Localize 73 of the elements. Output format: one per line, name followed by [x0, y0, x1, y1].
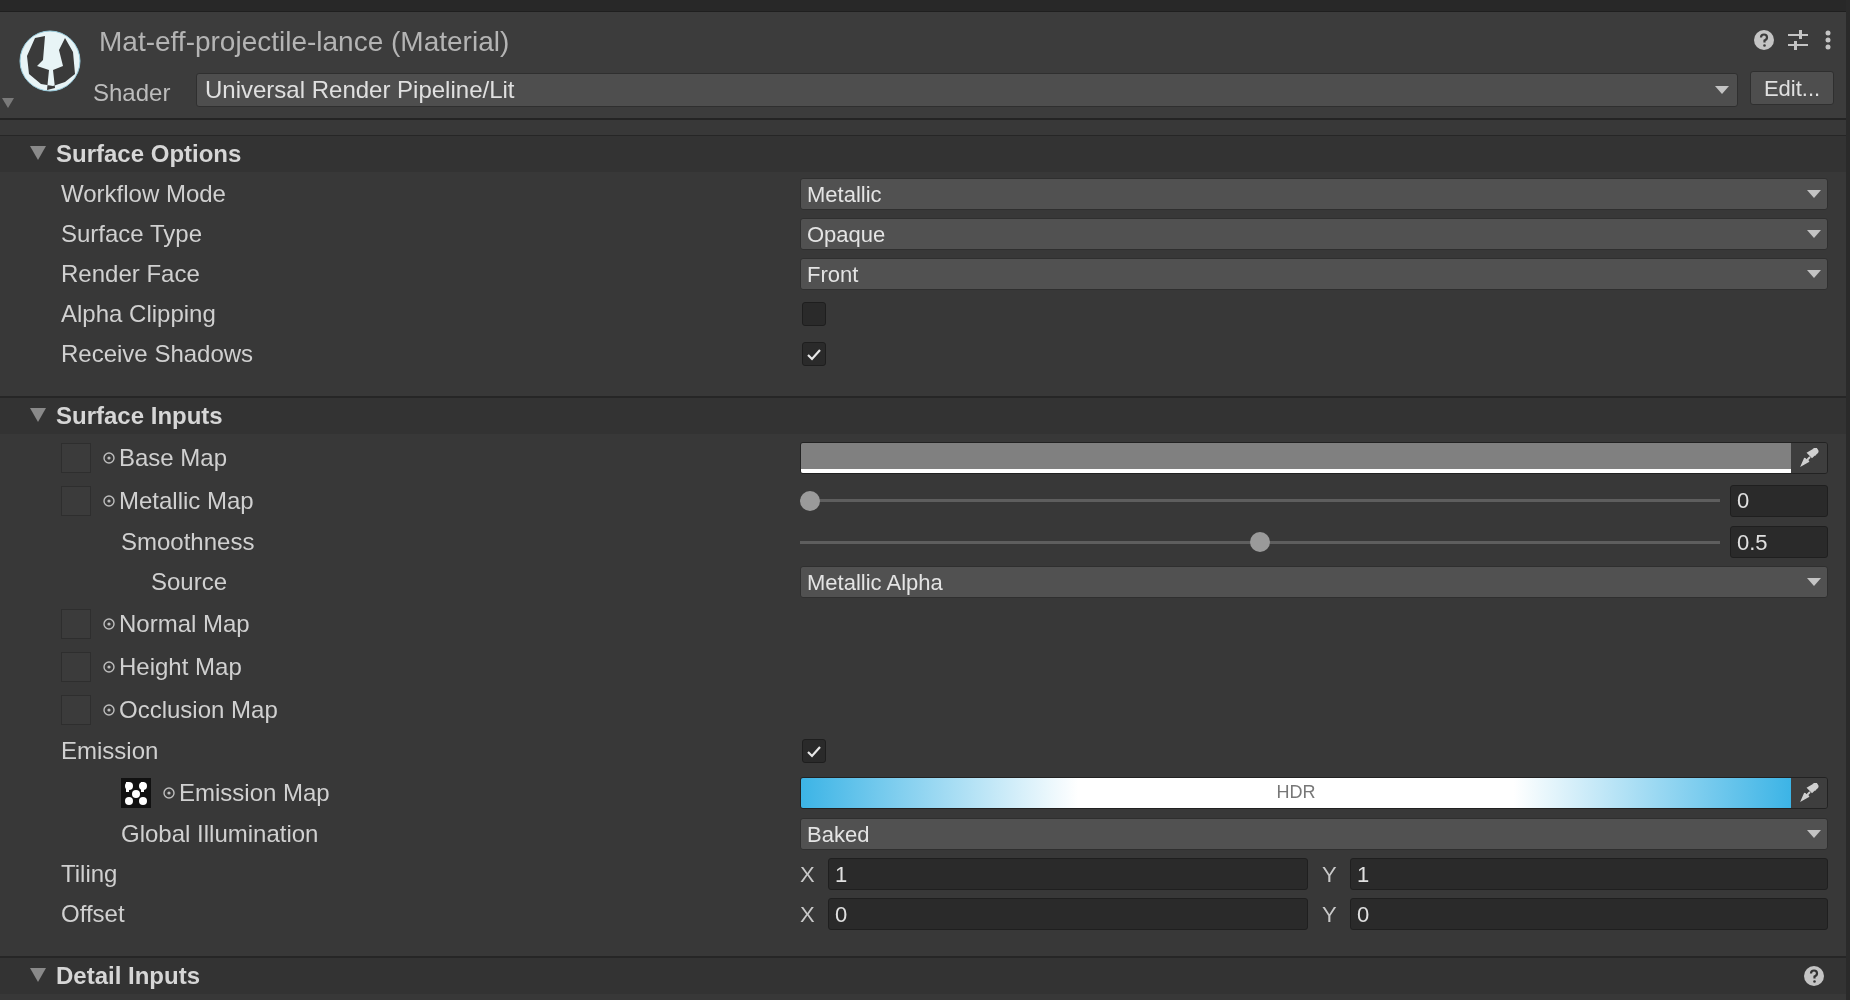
slider[interactable]	[800, 490, 1720, 511]
property-label: Emission Map	[179, 777, 330, 808]
more-options-icon[interactable]	[1825, 30, 1831, 50]
section-header[interactable]: Surface Options	[0, 136, 242, 172]
help-icon[interactable]	[1754, 30, 1774, 50]
dropdown[interactable]: Metallic Alpha	[800, 566, 1828, 598]
dropdown[interactable]: Front	[800, 258, 1828, 290]
eyedropper-icon	[1799, 447, 1819, 468]
settings-sliders-icon[interactable]	[1788, 30, 1808, 50]
number-field[interactable]: 0	[1730, 484, 1828, 517]
shader-label: Shader	[93, 78, 171, 108]
object-picker-icon[interactable]	[103, 617, 115, 630]
property-label: Base Map	[119, 442, 228, 473]
object-picker-icon[interactable]	[103, 703, 115, 716]
property-label: Metallic Map	[119, 485, 254, 516]
property-label: Occlusion Map	[119, 694, 278, 725]
property-label: Render Face	[61, 259, 200, 289]
property-label: Source	[151, 567, 228, 597]
eyedropper-button[interactable]	[1791, 442, 1827, 473]
slider-thumb[interactable]	[1250, 532, 1270, 552]
material-title: Mat-eff-projectile-lance (Material)	[99, 25, 510, 59]
property-label: Workflow Mode	[61, 179, 226, 209]
object-picker-icon[interactable]	[103, 494, 115, 507]
number-field[interactable]: 0	[828, 898, 1308, 930]
help-icon[interactable]	[1804, 966, 1824, 986]
checkbox[interactable]	[802, 342, 826, 366]
property-label: Emission	[61, 736, 159, 766]
section-header[interactable]: Detail Inputs	[0, 958, 200, 994]
caret-icon	[1807, 270, 1821, 278]
foldout-triangle-icon[interactable]	[30, 968, 46, 984]
number-field[interactable]: 1	[1350, 858, 1828, 890]
slider-thumb[interactable]	[800, 490, 820, 511]
property-label: Normal Map	[119, 608, 250, 639]
foldout-triangle-icon[interactable]	[30, 146, 46, 162]
object-picker-icon[interactable]	[103, 451, 115, 464]
dropdown[interactable]: Baked	[800, 818, 1828, 850]
object-picker-icon[interactable]	[163, 786, 175, 799]
axis-label: Y	[1322, 900, 1338, 929]
texture-thumbnail[interactable]	[121, 777, 151, 808]
property-label: Global Illumination	[121, 819, 319, 849]
object-picker-icon[interactable]	[103, 660, 115, 673]
edit-button[interactable]: Edit...	[1750, 71, 1834, 105]
property-label: Offset	[61, 899, 125, 929]
caret-icon	[1807, 190, 1821, 198]
dropdown[interactable]: Opaque	[800, 218, 1828, 250]
axis-label: X	[800, 900, 816, 929]
caret-icon	[1715, 86, 1729, 94]
hdr-color-swatch[interactable]: HDR	[801, 777, 1791, 808]
number-field[interactable]: 0.5	[1730, 526, 1828, 558]
property-label: Tiling	[61, 859, 118, 889]
dropdown[interactable]: Metallic	[800, 178, 1828, 210]
property-label: Smoothness	[121, 527, 255, 557]
shader-dropdown[interactable]: Universal Render Pipeline/Lit	[196, 73, 1738, 107]
axis-label: Y	[1322, 860, 1338, 889]
caret-icon	[1807, 230, 1821, 238]
foldout-triangle-icon[interactable]	[30, 408, 46, 424]
property-label: Receive Shadows	[61, 339, 254, 369]
property-label: Height Map	[119, 651, 242, 682]
checkbox[interactable]	[802, 739, 826, 763]
caret-icon	[1807, 578, 1821, 586]
checkbox[interactable]	[802, 302, 826, 326]
eyedropper-icon	[1799, 782, 1819, 803]
number-field[interactable]: 0	[1350, 898, 1828, 930]
eyedropper-button[interactable]	[1791, 777, 1827, 808]
slider[interactable]	[800, 532, 1720, 552]
caret-icon	[1807, 830, 1821, 838]
number-field[interactable]: 1	[828, 858, 1308, 890]
property-label: Surface Type	[61, 219, 202, 249]
axis-label: X	[800, 860, 816, 889]
section-header[interactable]: Surface Inputs	[0, 398, 223, 434]
material-sphere-icon	[19, 30, 81, 92]
property-label: Alpha Clipping	[61, 299, 216, 329]
collapse-triangle-icon[interactable]	[2, 98, 14, 108]
